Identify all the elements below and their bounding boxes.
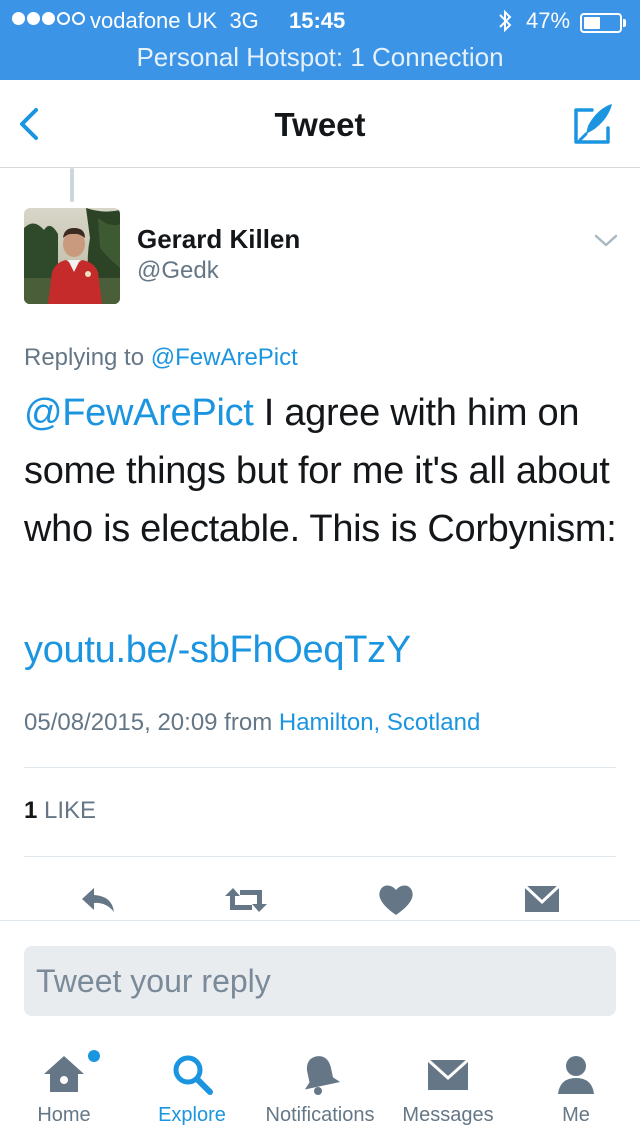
clock: 15:45 [289,8,346,33]
reply-input[interactable] [24,946,616,1016]
nav-bar: Tweet [0,80,640,168]
search-icon [168,1050,216,1098]
signal-strength-icon [12,12,85,25]
reply-icon [82,888,114,912]
direct-message-button[interactable] [522,880,562,920]
divider [0,920,640,921]
bluetooth-icon [497,8,513,40]
message-icon [523,884,561,912]
compose-button[interactable] [566,98,620,152]
like-button[interactable] [376,880,416,920]
tab-home[interactable]: Home [0,1040,128,1136]
replying-prefix: Replying to [24,344,145,371]
reply-button[interactable] [78,880,118,920]
retweet-icon [225,888,267,912]
like-icon [379,885,413,915]
hotspot-banner[interactable]: Personal Hotspot: 1 Connection [0,42,640,73]
chevron-down-icon [594,234,618,247]
divider [24,767,616,768]
compose-icon [574,104,612,144]
tab-bar: Home Explore Notifications Messages Me [0,1040,640,1136]
tab-messages[interactable]: Messages [384,1040,512,1136]
tweet-url-link[interactable]: youtu.be/-sbFhOeqTzY [24,629,411,672]
tab-notifications[interactable]: Notifications [256,1040,384,1136]
battery-percentage: 47% [526,8,571,33]
tab-explore[interactable]: Explore [128,1040,256,1136]
notification-dot [88,1050,100,1062]
avatar[interactable] [24,208,120,304]
envelope-icon [424,1050,472,1098]
tab-me[interactable]: Me [512,1040,640,1136]
location-link[interactable]: Hamilton, Scotland [279,709,480,736]
user-handle[interactable]: @Gedk [137,257,219,285]
replying-to: Replying to @FewArePict [24,344,298,372]
tweet-text: @FewArePict I agree with him on some thi… [24,384,624,558]
like-count[interactable]: 1 LIKE [24,797,96,825]
thread-connector [70,168,74,202]
display-name[interactable]: Gerard Killen [137,224,300,255]
person-icon [552,1050,600,1098]
page-title: Tweet [274,106,366,143]
bell-icon [296,1050,344,1098]
divider [24,856,616,857]
timestamp: 05/08/2015, 20:09 from [24,709,273,736]
tweet-metadata: 05/08/2015, 20:09 from Hamilton, Scotlan… [24,709,480,737]
status-bar: vodafone UK 3G 15:45 47% Personal Hotspo… [0,0,640,80]
carrier-name: vodafone UK 3G [90,8,259,33]
more-options-button[interactable] [592,228,620,252]
mention-link[interactable]: @FewArePict [24,392,254,434]
battery-icon [580,13,622,33]
home-icon [40,1050,88,1098]
reply-box[interactable] [24,946,616,1016]
replying-to-link[interactable]: @FewArePict [151,344,298,371]
retweet-button[interactable] [222,880,270,920]
